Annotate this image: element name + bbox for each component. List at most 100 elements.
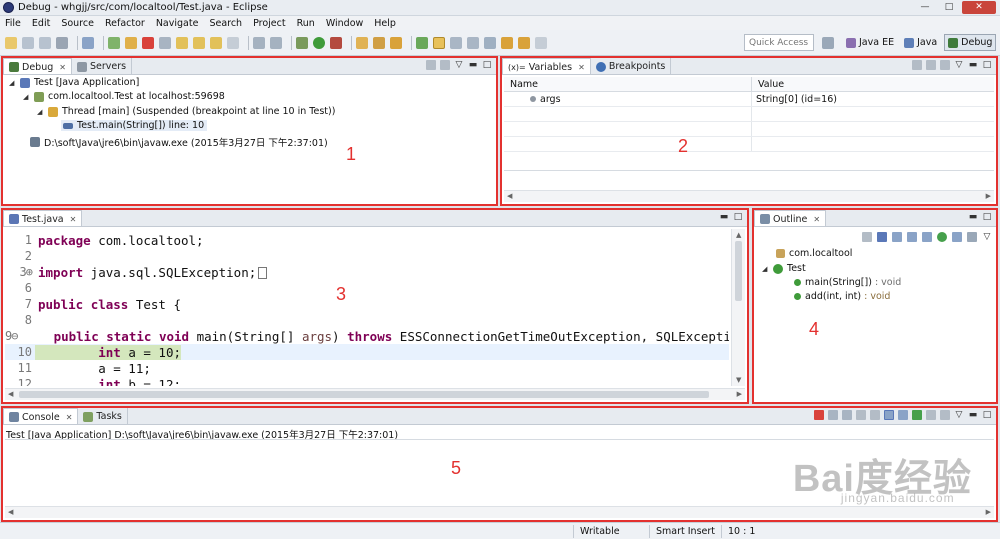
new-icon[interactable]	[5, 36, 17, 49]
save-icon[interactable]	[22, 36, 34, 49]
code-editor[interactable]: 1 package com.localtool; 2 3⊕ import java.sq…	[5, 229, 729, 386]
menu-edit[interactable]: Edit	[27, 18, 56, 29]
menu-navigate[interactable]: Navigate	[151, 18, 205, 29]
folded-code-box-icon[interactable]	[258, 267, 268, 279]
code-line[interactable]: 2	[5, 248, 729, 264]
show-on-stderr-icon[interactable]	[898, 410, 908, 420]
outline-row-method-add[interactable]: add(int, int) : void	[794, 291, 890, 302]
show-on-stdout-icon[interactable]	[884, 410, 894, 420]
hide-fields-icon[interactable]	[892, 232, 902, 242]
drop-to-frame-icon[interactable]	[227, 36, 239, 49]
select-all-icon[interactable]	[940, 60, 950, 70]
print-icon[interactable]	[56, 36, 68, 49]
run-tools-icon[interactable]	[330, 36, 342, 49]
table-row[interactable]: args String[0] (id=16)	[504, 92, 994, 107]
tab-variables[interactable]: (x)= Variables ✕	[502, 58, 591, 74]
maximize-view-icon[interactable]: □	[733, 212, 743, 222]
outline-row-class[interactable]: ◢ Test	[762, 263, 806, 274]
show-type-names-icon[interactable]	[912, 60, 922, 70]
vertical-scrollbar[interactable]: ▲ ▼	[731, 229, 745, 386]
scroll-thumb[interactable]	[735, 241, 742, 301]
menu-search[interactable]: Search	[204, 18, 248, 29]
tab-breakpoints[interactable]: Breakpoints	[591, 58, 672, 74]
scroll-thumb[interactable]	[19, 391, 709, 398]
toggle-mark-occurrences-icon[interactable]	[433, 36, 445, 49]
current-line[interactable]: 10 int a = 10;	[5, 344, 729, 360]
expand-triangle-icon[interactable]: ◢	[23, 93, 30, 101]
show-whitespace-icon[interactable]	[467, 36, 479, 49]
minimize-view-icon[interactable]: ▬	[968, 60, 978, 70]
step-return-icon[interactable]	[210, 36, 222, 49]
hide-local-types-icon[interactable]	[937, 232, 947, 242]
outline-row-method-main[interactable]: main(String[]) : void	[794, 277, 901, 288]
maximize-view-icon[interactable]: □	[482, 60, 492, 70]
previous-annotation-icon[interactable]	[501, 36, 513, 49]
close-tab-icon[interactable]: ✕	[59, 63, 66, 72]
open-perspective-icon[interactable]	[822, 36, 834, 49]
step-over-icon[interactable]	[193, 36, 205, 49]
outline-row-package[interactable]: com.localtool	[776, 248, 852, 259]
open-type-icon[interactable]	[373, 36, 385, 49]
suspend-icon[interactable]	[125, 36, 137, 49]
remove-all-terminated-icon[interactable]	[842, 410, 852, 420]
close-tab-icon[interactable]: ✕	[70, 215, 77, 224]
menu-help[interactable]: Help	[369, 18, 402, 29]
next-annotation-icon[interactable]	[484, 36, 496, 49]
tab-test-java[interactable]: Test.java ✕	[3, 210, 83, 226]
code-line[interactable]: 11 a = 11;	[5, 360, 729, 376]
code-line[interactable]: 1 package com.localtool;	[5, 232, 729, 248]
open-console-icon[interactable]	[940, 410, 950, 420]
code-line[interactable]: 6	[5, 280, 729, 296]
close-tab-icon[interactable]: ✕	[813, 215, 820, 224]
view-menu-arrow-icon[interactable]: ▽	[954, 60, 964, 70]
expand-triangle-icon[interactable]: ◢	[37, 108, 44, 116]
expand-triangle-icon[interactable]: ◢	[762, 265, 769, 273]
terminate-icon[interactable]	[814, 410, 824, 420]
hide-static-icon[interactable]	[907, 232, 917, 242]
horizontal-scrollbar[interactable]: ◀ ▶	[5, 388, 745, 400]
back-icon[interactable]	[518, 36, 530, 49]
disconnect-icon[interactable]	[159, 36, 171, 49]
skip-breakpoints-icon[interactable]	[82, 36, 94, 49]
column-header-value[interactable]: Value	[752, 77, 790, 91]
search-icon[interactable]	[390, 36, 402, 49]
toggle-breadcrumb-icon[interactable]	[416, 36, 428, 49]
column-header-name[interactable]: Name	[504, 77, 752, 91]
code-line[interactable]: 7 public class Test {	[5, 296, 729, 312]
resume-icon[interactable]	[108, 36, 120, 49]
horizontal-scrollbar[interactable]: ◀ ▶	[5, 506, 994, 518]
tab-tasks[interactable]: Tasks	[78, 408, 128, 424]
maximize-button[interactable]: □	[938, 1, 960, 14]
forward-icon[interactable]	[535, 36, 547, 49]
tab-servers[interactable]: Servers	[72, 58, 133, 74]
tree-row-debug-target[interactable]: ◢ com.localtool.Test at localhost:59698	[23, 91, 225, 102]
watch-icon[interactable]	[270, 36, 282, 49]
tree-row-java-application[interactable]: ◢ Test [Java Application]	[9, 77, 139, 88]
minimize-view-icon[interactable]: ▬	[968, 212, 978, 222]
menu-file[interactable]: File	[0, 18, 27, 29]
display-console-icon[interactable]	[926, 410, 936, 420]
step-into-icon[interactable]	[176, 36, 188, 49]
remove-terminated-icon[interactable]	[426, 60, 436, 70]
perspective-java-ee[interactable]: Java EE	[843, 34, 897, 51]
minimize-button[interactable]: —	[914, 1, 936, 14]
use-step-filters-icon[interactable]	[253, 36, 265, 49]
horizontal-scrollbar[interactable]: ◀ ▶	[504, 190, 994, 202]
menu-refactor[interactable]: Refactor	[100, 18, 151, 29]
collapse-all-icon[interactable]	[862, 232, 872, 242]
minimize-view-icon[interactable]: ▬	[719, 212, 729, 222]
view-menu-arrow-icon[interactable]: ▽	[454, 60, 464, 70]
save-all-icon[interactable]	[39, 36, 51, 49]
link-with-editor-icon[interactable]	[952, 232, 962, 242]
sort-icon[interactable]	[877, 232, 887, 242]
maximize-view-icon[interactable]: □	[982, 60, 992, 70]
tab-outline[interactable]: Outline ✕	[754, 210, 827, 226]
close-tab-icon[interactable]: ✕	[578, 63, 585, 72]
menu-window[interactable]: Window	[321, 18, 369, 29]
new-java-project-icon[interactable]	[356, 36, 368, 49]
hide-non-public-icon[interactable]	[922, 232, 932, 242]
tab-console[interactable]: Console ✕	[3, 408, 79, 424]
block-selection-icon[interactable]	[450, 36, 462, 49]
menu-source[interactable]: Source	[56, 18, 100, 29]
code-line[interactable]: 12 int b = 12;	[5, 376, 729, 387]
